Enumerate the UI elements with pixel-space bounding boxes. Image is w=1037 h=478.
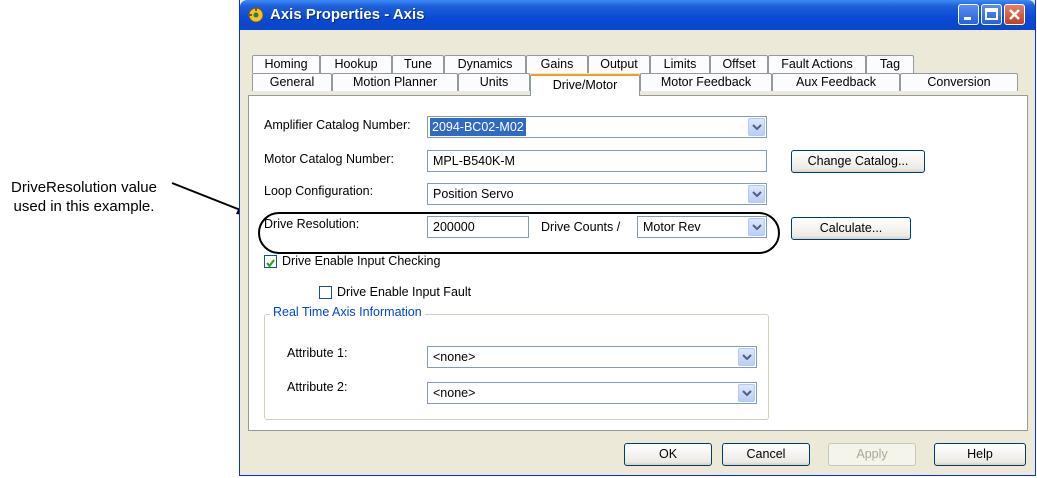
drive-resolution-field[interactable]: 200000 [427,216,529,238]
tab-drive-motor[interactable]: Drive/Motor [530,74,640,96]
attribute-1-value: <none> [433,350,476,364]
amplifier-label: Amplifier Catalog Number: [264,118,411,132]
amplifier-value: 2094-BC02-M02 [430,118,526,136]
tab-general[interactable]: General [252,73,332,91]
annotation-callout: DriveResolution value used in this examp… [0,178,168,216]
attribute-2-label: Attribute 2: [287,380,348,394]
annotation-line-2: used in this example. [13,198,155,215]
motor-catalog-field[interactable]: MPL-B540K-M [427,150,767,172]
axis-app-icon [248,7,264,23]
tab-dynamics[interactable]: Dynamics [444,55,526,73]
axis-properties-window: Axis Properties - Axis Homing Hookup Tun… [239,0,1036,476]
tab-tag[interactable]: Tag [866,55,914,73]
attribute-1-select[interactable]: <none> [427,346,757,368]
chevron-down-icon [752,191,762,198]
attribute-1-dropdown-button[interactable] [738,348,755,366]
loop-dropdown-button[interactable] [748,185,765,203]
counts-unit-select[interactable]: Motor Rev [637,216,767,238]
amplifier-catalog-select[interactable]: 2094-BC02-M02 [427,116,767,138]
counts-unit-value: Motor Rev [643,220,701,234]
drive-enable-fault-checkbox[interactable] [319,286,332,299]
minimize-icon [964,17,971,20]
loop-configuration-value: Position Servo [433,187,514,201]
cancel-button[interactable]: Cancel [722,443,810,466]
amplifier-dropdown-button[interactable] [748,118,765,136]
counts-dropdown-button[interactable] [748,218,765,236]
chevron-down-icon [742,390,752,397]
tab-fault-actions[interactable]: Fault Actions [768,55,866,73]
drive-motor-panel: Amplifier Catalog Number: 2094-BC02-M02 … [248,95,1028,431]
chevron-down-icon [742,354,752,361]
maximize-button[interactable] [981,4,1002,25]
tab-output[interactable]: Output [588,55,650,73]
loop-configuration-label: Loop Configuration: [264,184,374,198]
drive-counts-label: Drive Counts / [541,220,621,234]
attribute-2-dropdown-button[interactable] [738,384,755,402]
help-button[interactable]: Help [934,443,1026,466]
tab-motion-planner[interactable]: Motion Planner [332,73,458,91]
annotation-line-1: DriveResolution value [11,179,157,196]
attribute-2-value: <none> [433,386,476,400]
tab-gains[interactable]: Gains [526,55,588,73]
drive-enable-checking-label: Drive Enable Input Checking [282,254,441,268]
close-button[interactable] [1004,4,1025,25]
calculate-button[interactable]: Calculate... [791,217,911,240]
motor-catalog-label: Motor Catalog Number: [264,152,394,166]
loop-configuration-select[interactable]: Position Servo [427,183,767,205]
drive-resolution-label: Drive Resolution: [264,217,360,231]
tab-tune[interactable]: Tune [392,55,444,73]
tab-offset[interactable]: Offset [710,55,768,73]
maximize-icon [985,8,998,20]
minimize-button[interactable] [958,4,979,25]
drive-enable-fault-label: Drive Enable Input Fault [337,285,472,299]
tab-limits[interactable]: Limits [650,55,710,73]
chevron-down-icon [752,124,762,131]
close-icon [1009,9,1020,20]
real-time-axis-group-title: Real Time Axis Information [270,305,425,319]
window-title: Axis Properties - Axis [270,6,425,23]
change-catalog-button[interactable]: Change Catalog... [791,150,925,173]
tab-hookup[interactable]: Hookup [320,55,392,73]
tab-conversion[interactable]: Conversion [900,73,1018,91]
attribute-2-select[interactable]: <none> [427,382,757,404]
drive-enable-checking-checkbox[interactable] [264,255,277,268]
checkmark-icon [266,259,275,268]
tab-motor-feedback[interactable]: Motor Feedback [640,73,772,91]
tab-units[interactable]: Units [458,73,530,91]
tab-homing[interactable]: Homing [252,55,320,73]
title-bar[interactable]: Axis Properties - Axis [240,0,1035,30]
ok-button[interactable]: OK [624,443,712,466]
apply-button[interactable]: Apply [828,443,916,466]
chevron-down-icon [752,224,762,231]
attribute-1-label: Attribute 1: [287,346,348,360]
tab-aux-feedback[interactable]: Aux Feedback [772,73,900,91]
